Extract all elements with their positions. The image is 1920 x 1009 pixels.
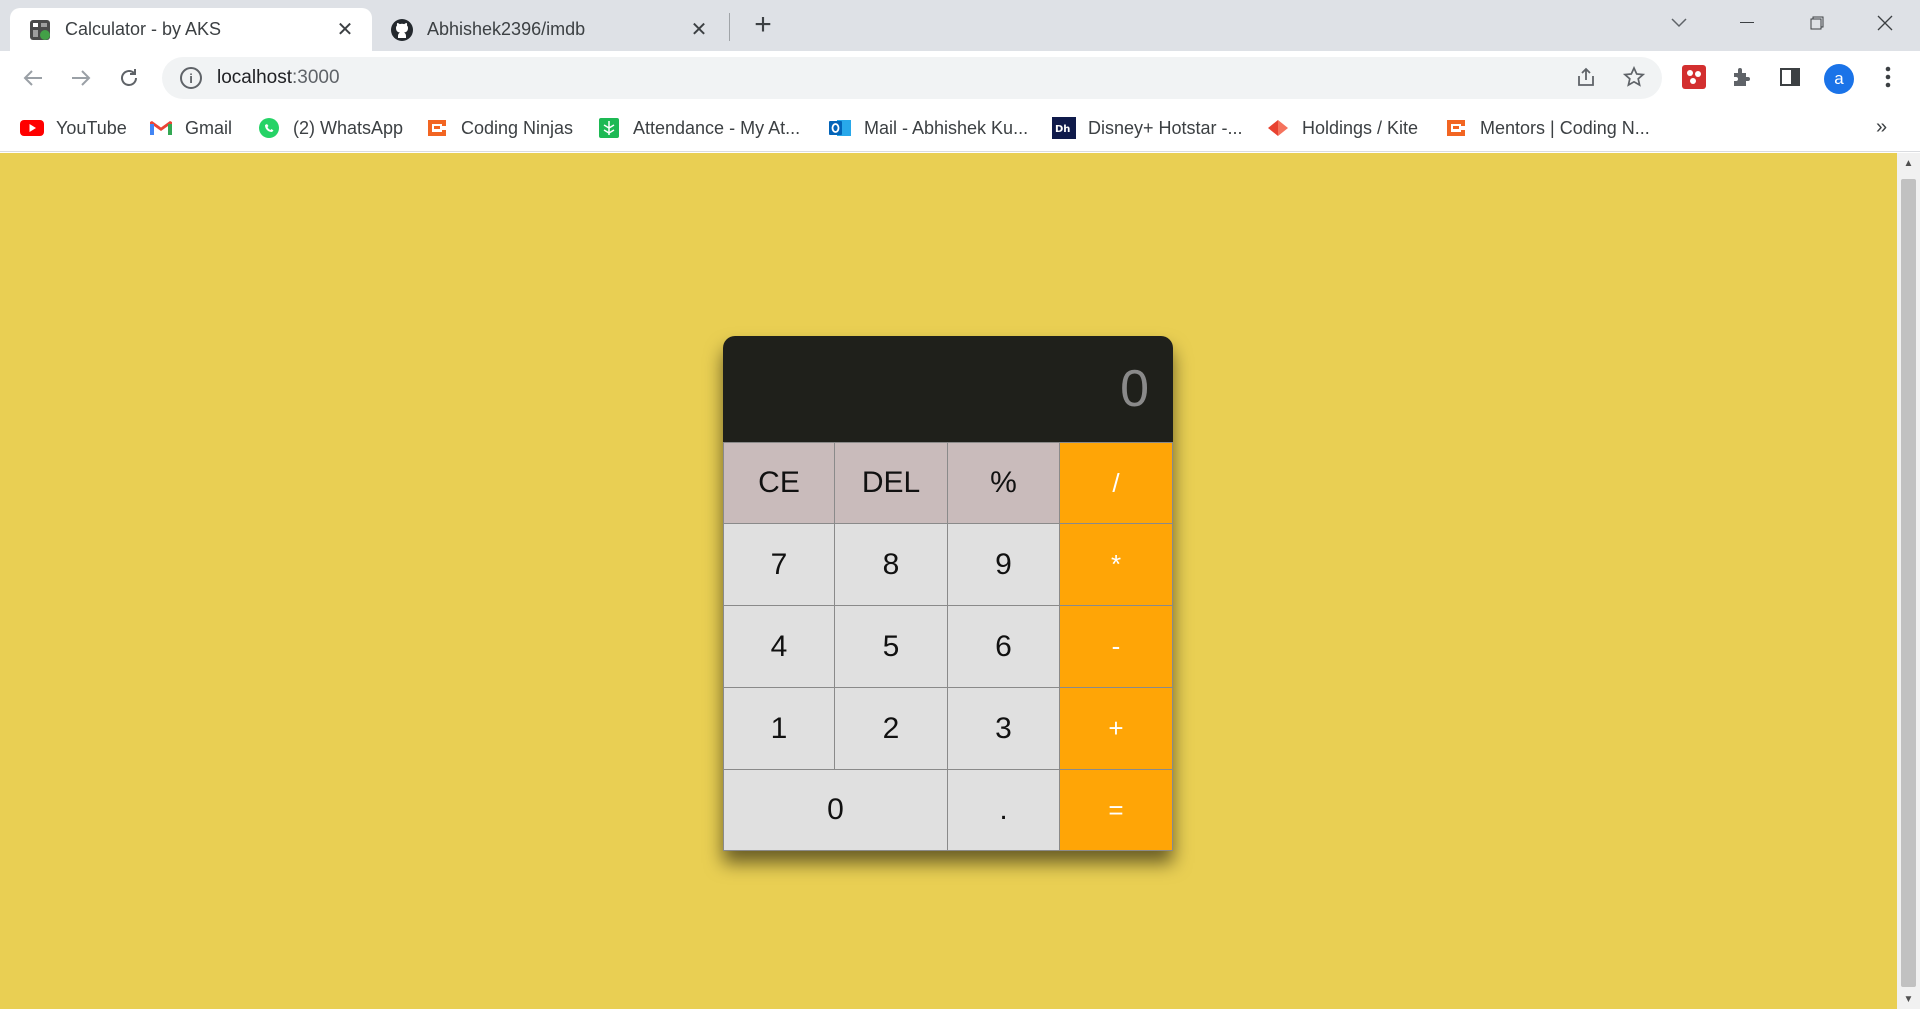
bookmark-label: Attendance - My At...	[633, 117, 801, 138]
address-bar[interactable]: i localhost:3000	[162, 57, 1662, 99]
bookmarks-overflow-chevron[interactable]: »	[1876, 116, 1887, 139]
new-tab-button[interactable]: +	[748, 8, 778, 41]
side-panel-icon[interactable]	[1776, 63, 1804, 91]
bookmark-label: Mentors | Coding N...	[1480, 117, 1650, 138]
profile-avatar[interactable]: a	[1824, 64, 1854, 94]
digit-6-button[interactable]: 6	[947, 605, 1060, 688]
clear-entry-button[interactable]: CE	[723, 442, 835, 524]
bookmark-label: Coding Ninjas	[461, 117, 574, 138]
digit-3-button[interactable]: 3	[947, 687, 1060, 770]
close-icon[interactable]: ✕	[686, 17, 712, 43]
digit-8-button[interactable]: 8	[834, 523, 948, 606]
svg-text:Dh: Dh	[1055, 124, 1070, 135]
digit-4-button[interactable]: 4	[723, 605, 835, 688]
attendance-icon	[597, 117, 621, 139]
percent-button[interactable]: %	[947, 442, 1060, 524]
url-port: :3000	[292, 67, 340, 88]
extension-red-icon[interactable]	[1680, 63, 1708, 91]
window-close-icon[interactable]	[1862, 6, 1908, 40]
restore-icon[interactable]	[1794, 6, 1840, 40]
bookmarks-bar: YouTube Gmail (2) WhatsApp Coding Ninjas…	[0, 104, 1920, 152]
bookmark-label: Disney+ Hotstar -...	[1088, 117, 1243, 138]
delete-button[interactable]: DEL	[834, 442, 948, 524]
coding-ninjas-icon	[425, 117, 449, 139]
back-icon[interactable]	[16, 61, 50, 95]
bookmark-attendance[interactable]: Attendance - My At...	[597, 114, 800, 142]
url-text: localhost:3000	[217, 67, 340, 89]
share-icon[interactable]	[1570, 61, 1602, 93]
decimal-button[interactable]: .	[947, 769, 1060, 851]
bookmark-kite[interactable]: Holdings / Kite	[1266, 114, 1418, 142]
calculator-display: 0	[723, 336, 1173, 442]
tab-github[interactable]: Abhishek2396/imdb ✕	[372, 8, 726, 51]
bookmark-label: Holdings / Kite	[1302, 117, 1419, 138]
tab-search-icon[interactable]	[1656, 6, 1702, 40]
bookmark-label: (2) WhatsApp	[293, 117, 404, 138]
forward-icon[interactable]	[64, 61, 98, 95]
digit-9-button[interactable]: 9	[947, 523, 1060, 606]
bookmark-gmail[interactable]: Gmail	[149, 114, 232, 142]
extensions-puzzle-icon[interactable]	[1728, 63, 1756, 91]
digit-7-button[interactable]: 7	[723, 523, 835, 606]
tab-title: Abhishek2396/imdb	[427, 19, 586, 39]
reload-icon[interactable]	[112, 61, 146, 95]
site-info-icon[interactable]: i	[180, 67, 202, 89]
bookmark-whatsapp[interactable]: (2) WhatsApp	[257, 114, 403, 142]
url-host: localhost	[217, 67, 292, 88]
scroll-up-arrow-icon[interactable]: ▲	[1897, 153, 1920, 173]
gmail-icon	[149, 117, 173, 139]
bookmark-label: Mail - Abhishek Ku...	[864, 117, 1029, 138]
calculator-favicon-icon	[28, 18, 52, 42]
bookmark-label: YouTube	[56, 117, 127, 138]
tab-strip: Calculator - by AKS ✕ Abhishek2396/imdb …	[0, 0, 1920, 51]
tab-title: Calculator - by AKS	[65, 19, 222, 39]
equals-button[interactable]: =	[1059, 769, 1173, 851]
divide-button[interactable]: /	[1059, 442, 1173, 524]
bookmark-hotstar[interactable]: Dh Disney+ Hotstar -...	[1052, 114, 1243, 142]
scroll-down-arrow-icon[interactable]: ▼	[1897, 989, 1920, 1009]
bookmark-label: Gmail	[185, 117, 233, 138]
bookmark-outlook-mail[interactable]: Mail - Abhishek Ku...	[828, 114, 1028, 142]
subtract-button[interactable]: -	[1059, 605, 1173, 688]
github-favicon-icon	[390, 18, 414, 42]
bookmark-youtube[interactable]: YouTube	[20, 114, 127, 142]
digit-2-button[interactable]: 2	[834, 687, 948, 770]
youtube-icon	[20, 117, 44, 139]
calculator: 0 CE DEL % / 7 8 9 * 4 5 6 - 1 2 3 + 0 .…	[723, 336, 1173, 851]
minimize-icon[interactable]	[1724, 6, 1770, 40]
coding-ninjas-icon	[1444, 117, 1468, 139]
bookmark-coding-ninjas[interactable]: Coding Ninjas	[425, 114, 573, 142]
tab-calculator[interactable]: Calculator - by AKS ✕	[10, 8, 372, 51]
digit-5-button[interactable]: 5	[834, 605, 948, 688]
digit-0-button[interactable]: 0	[723, 769, 948, 851]
whatsapp-icon	[257, 117, 281, 139]
vertical-scrollbar[interactable]: ▲ ▼	[1897, 153, 1920, 1009]
bookmark-star-icon[interactable]	[1618, 61, 1650, 93]
close-icon[interactable]: ✕	[332, 17, 358, 43]
hotstar-icon: Dh	[1052, 117, 1076, 139]
add-button[interactable]: +	[1059, 687, 1173, 770]
outlook-icon	[828, 117, 852, 139]
kite-icon	[1266, 117, 1290, 139]
multiply-button[interactable]: *	[1059, 523, 1173, 606]
menu-kebab-icon[interactable]	[1874, 63, 1902, 91]
digit-1-button[interactable]: 1	[723, 687, 835, 770]
tab-separator	[729, 13, 730, 41]
browser-toolbar: i localhost:3000 a	[0, 51, 1920, 104]
scroll-thumb[interactable]	[1901, 179, 1916, 987]
bookmark-mentors[interactable]: Mentors | Coding N...	[1444, 114, 1650, 142]
